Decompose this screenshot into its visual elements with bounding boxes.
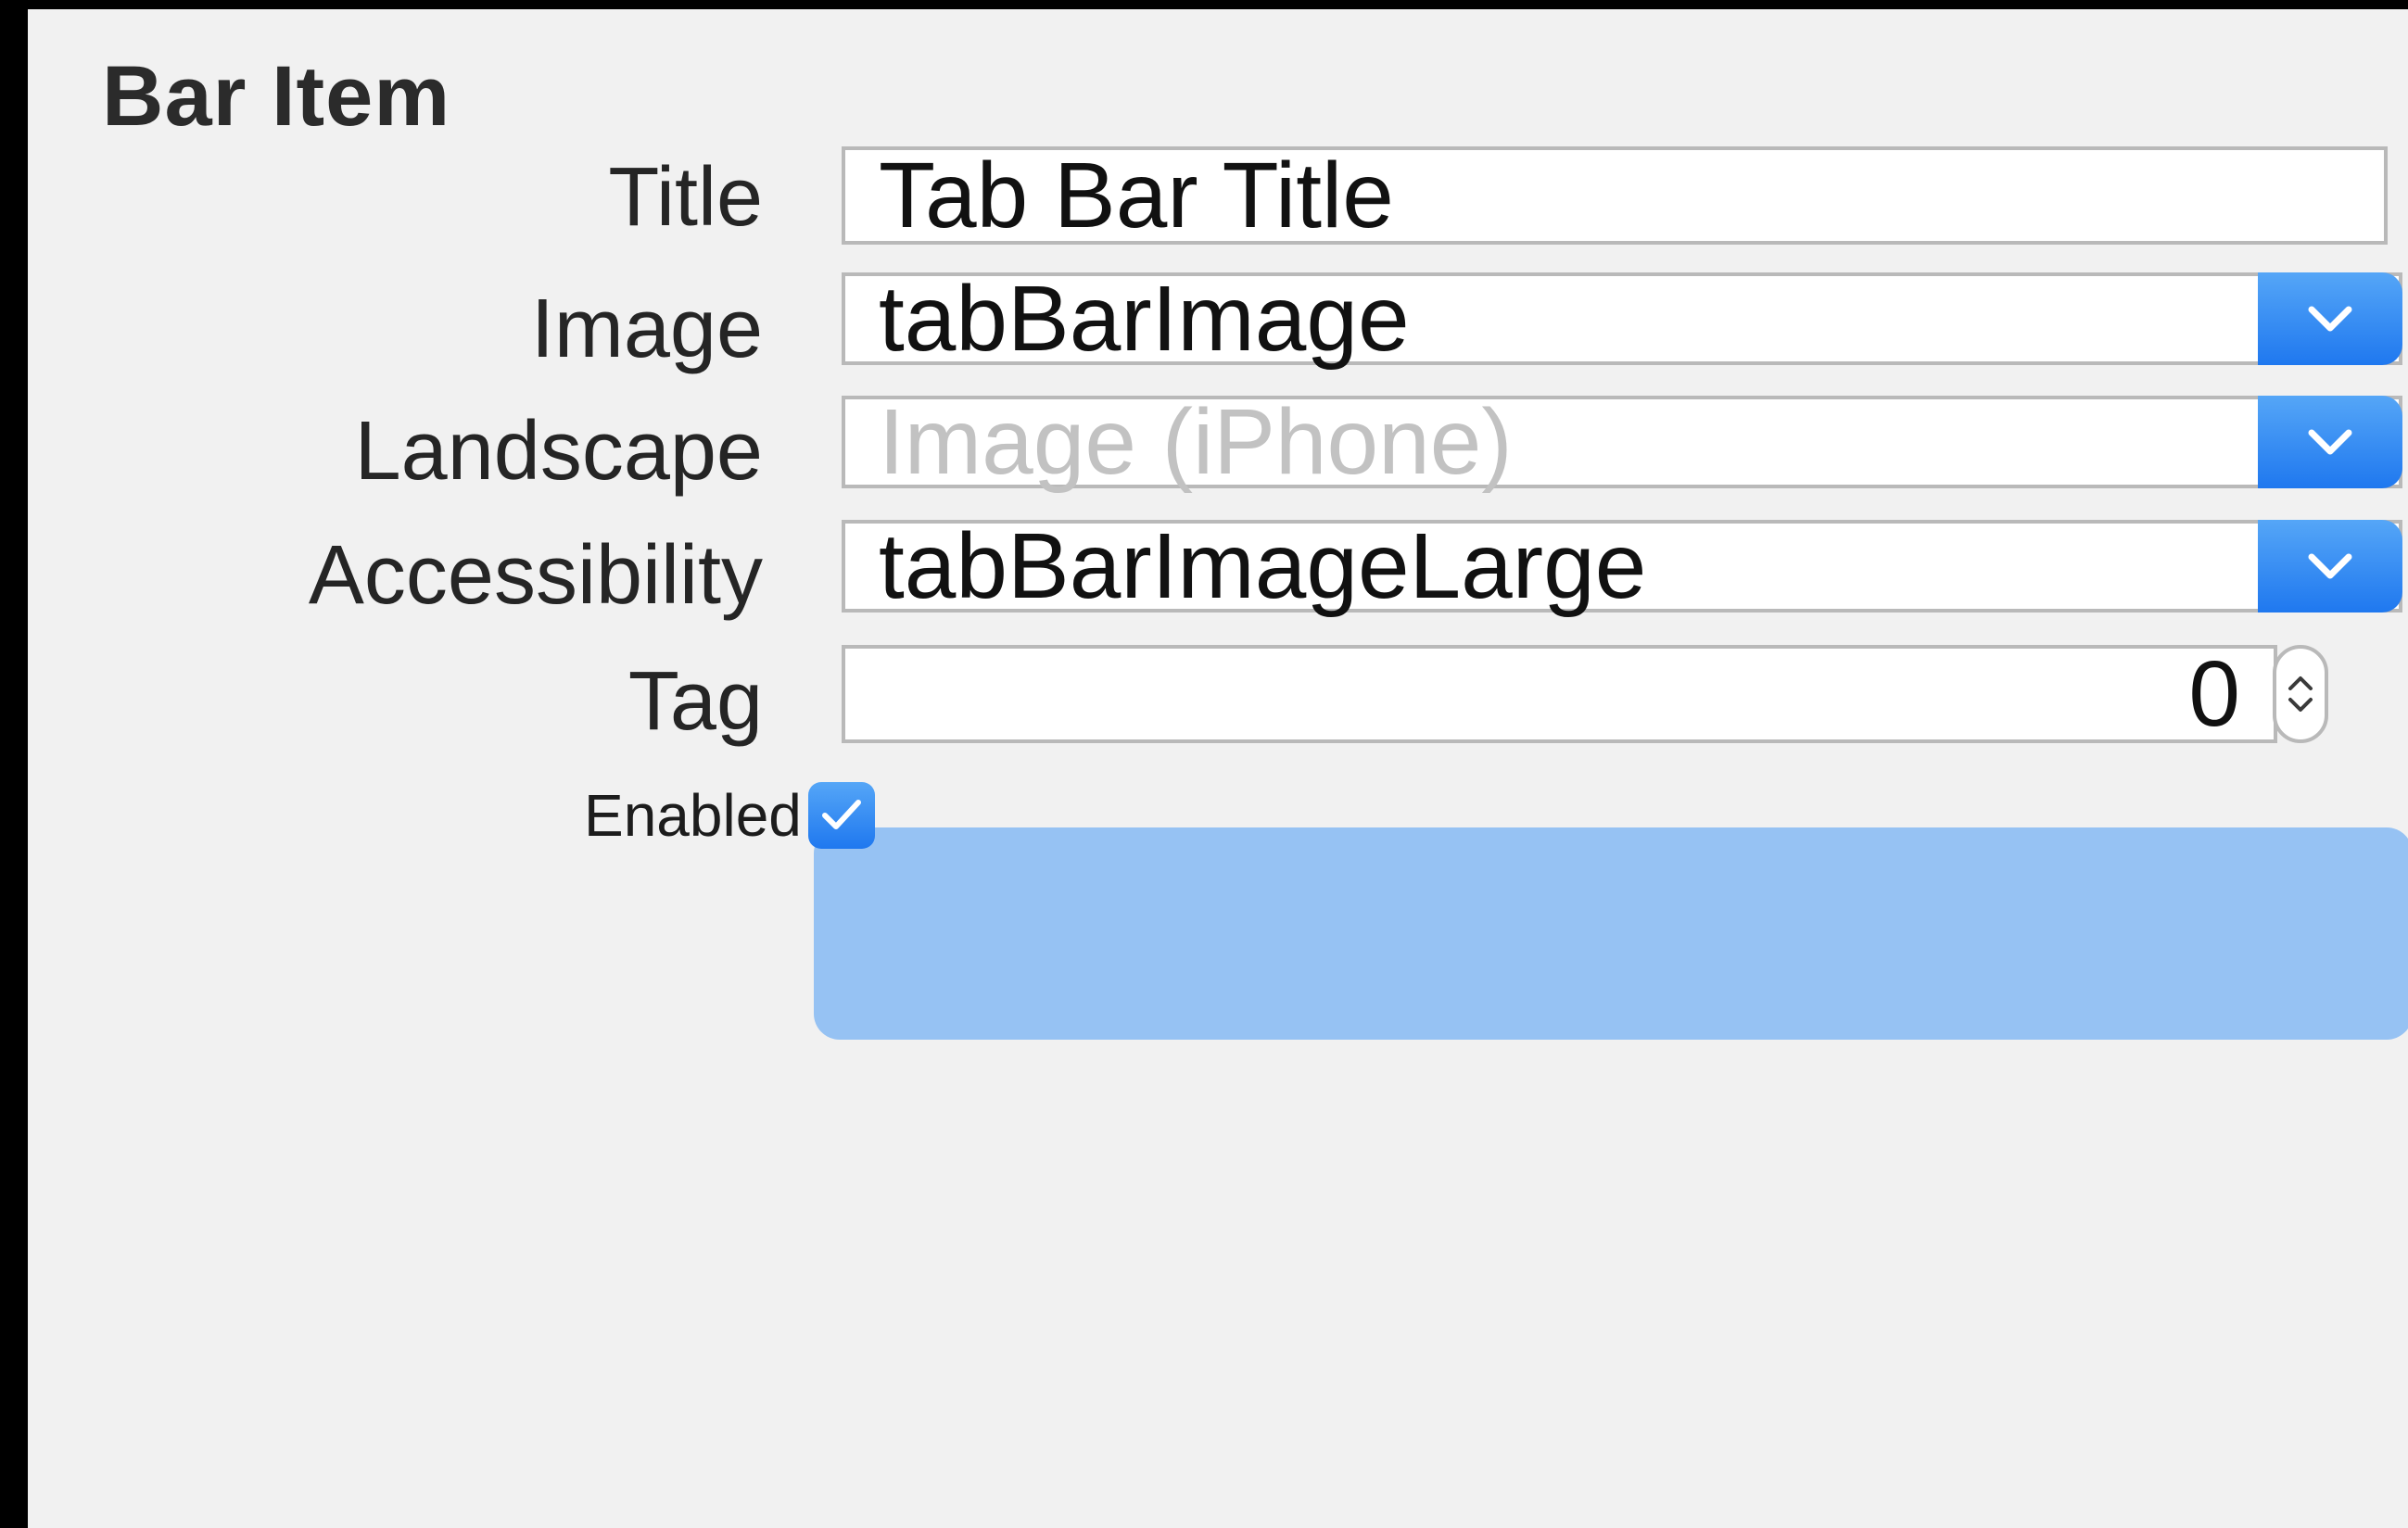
accessibility-popup-button[interactable] bbox=[2258, 520, 2402, 612]
accessibility-focus-ring bbox=[814, 827, 2408, 1040]
bar-item-inspector-panel: Bar Item Title Tab Bar Title Image tabBa… bbox=[28, 0, 2408, 1528]
image-combo-value: tabBarImage bbox=[879, 267, 1410, 371]
image-popup-button[interactable] bbox=[2258, 272, 2402, 365]
landscape-combo-placeholder: Image (iPhone) bbox=[879, 390, 1513, 494]
image-label: Image bbox=[530, 283, 763, 375]
enabled-checkbox-label[interactable]: Enabled bbox=[584, 786, 802, 845]
enabled-checkbox[interactable] bbox=[808, 782, 875, 849]
title-label: Title bbox=[608, 151, 763, 244]
tag-stepper-up[interactable] bbox=[2287, 675, 2314, 691]
image-combo-box[interactable]: tabBarImage bbox=[842, 272, 2402, 365]
landscape-combo-box[interactable]: Image (iPhone) bbox=[842, 396, 2402, 488]
tag-field[interactable]: 0 bbox=[842, 645, 2277, 743]
chevron-down-icon bbox=[2288, 698, 2313, 712]
tag-stepper-down[interactable] bbox=[2287, 697, 2314, 713]
accessibility-combo-value: tabBarImageLarge bbox=[879, 514, 1647, 618]
title-field-value: Tab Bar Title bbox=[879, 144, 1394, 247]
tag-field-value: 0 bbox=[2188, 642, 2240, 746]
title-field[interactable]: Tab Bar Title bbox=[842, 146, 2388, 245]
tag-stepper[interactable] bbox=[2273, 645, 2328, 743]
landscape-popup-button[interactable] bbox=[2258, 396, 2402, 488]
tag-label: Tag bbox=[627, 655, 763, 748]
chevron-up-icon bbox=[2288, 676, 2313, 690]
chevron-down-icon bbox=[2308, 429, 2352, 455]
chevron-down-icon bbox=[2308, 306, 2352, 332]
accessibility-label: Accessibility bbox=[308, 529, 763, 622]
landscape-label: Landscape bbox=[354, 405, 763, 498]
chevron-down-icon bbox=[2308, 553, 2352, 579]
accessibility-combo-box[interactable]: tabBarImageLarge bbox=[842, 520, 2402, 612]
section-title: Bar Item bbox=[102, 49, 451, 144]
checkmark-icon bbox=[822, 800, 861, 829]
